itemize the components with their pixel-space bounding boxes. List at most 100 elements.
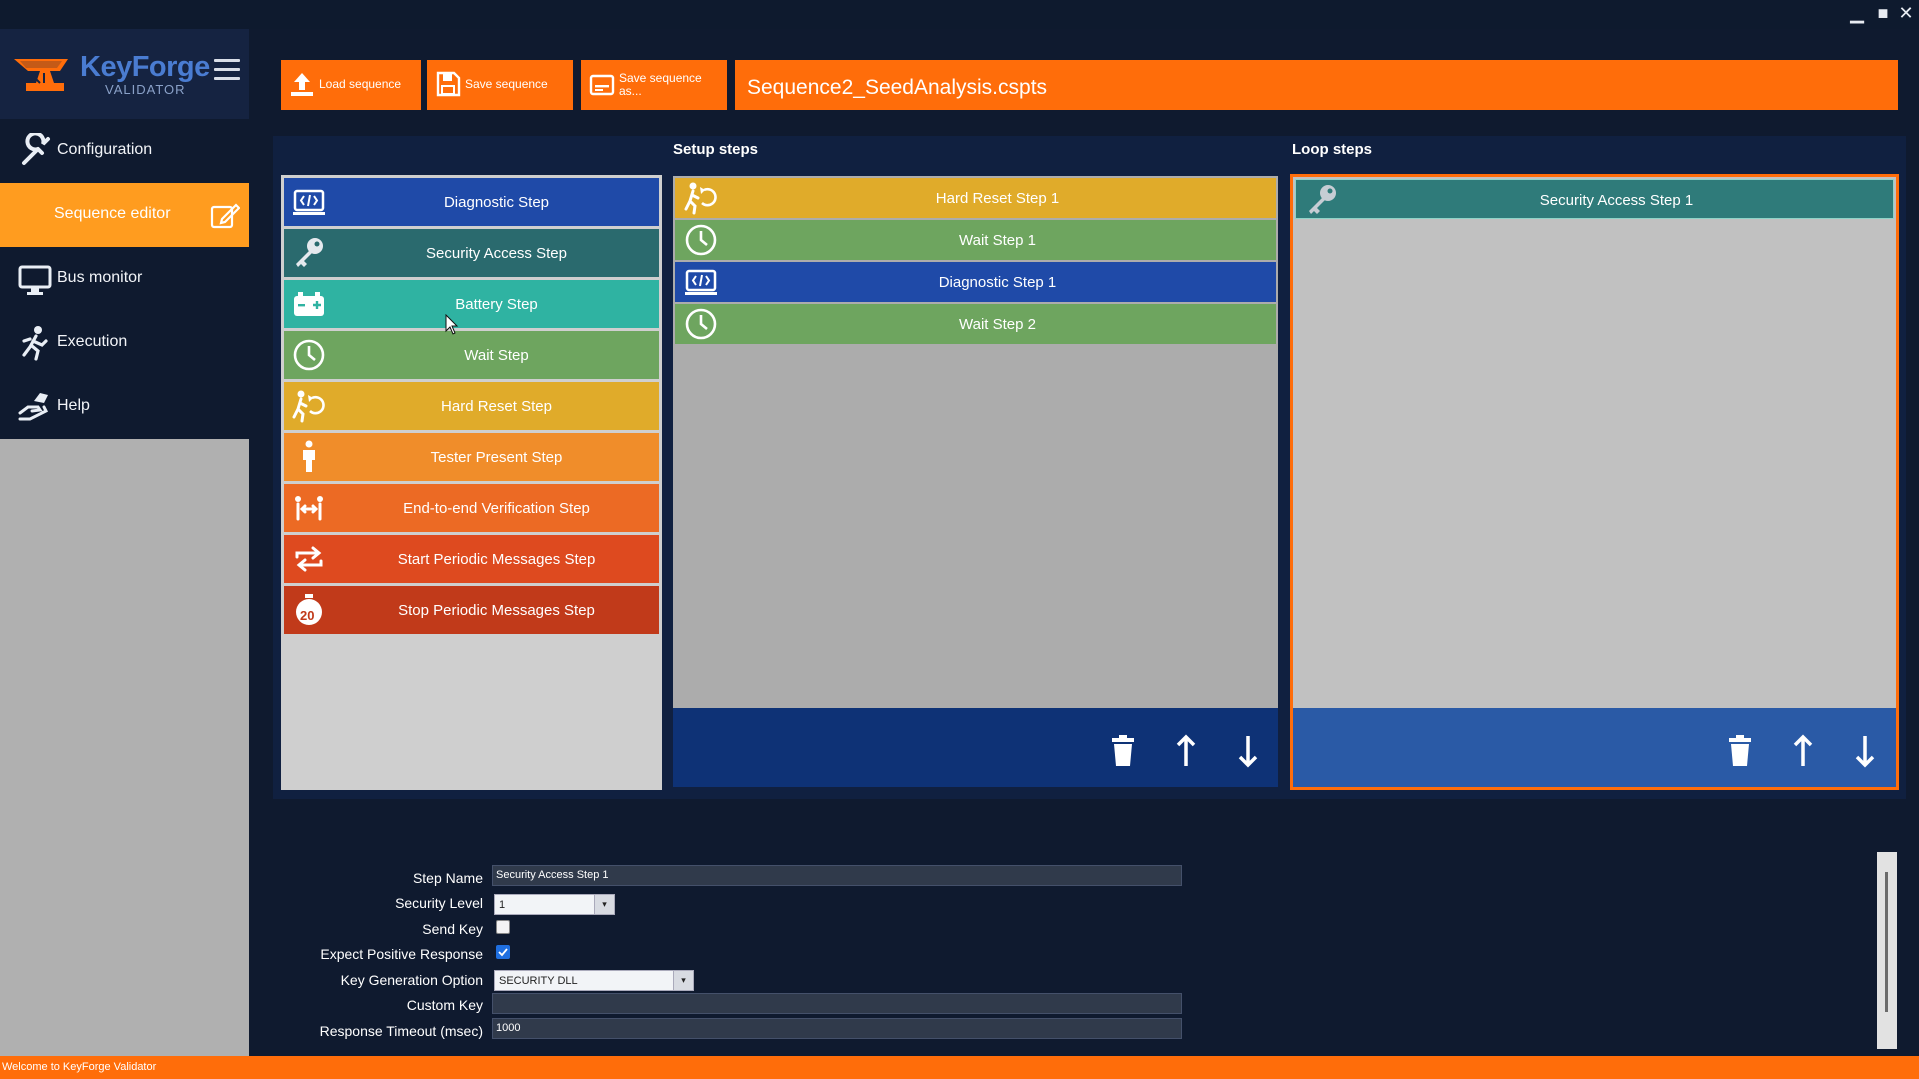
nav-label: Configuration: [57, 141, 153, 158]
maximize-button[interactable]: ■: [1872, 2, 1894, 24]
floppy-disk-icon: [436, 71, 461, 97]
logo-title: KeyForge: [80, 51, 210, 83]
clock-icon: [685, 224, 717, 256]
battery-icon: [294, 292, 324, 316]
setup-step-item[interactable]: Wait Step 1: [675, 220, 1276, 260]
delete-trash-icon[interactable]: [1107, 734, 1139, 768]
move-up-arrow-icon[interactable]: [1787, 734, 1819, 768]
move-up-arrow-icon[interactable]: [1170, 734, 1202, 768]
load-sequence-button[interactable]: Load sequence: [281, 60, 421, 110]
chevron-down-icon[interactable]: ▾: [594, 895, 614, 914]
expect-positive-response-checkbox[interactable]: [496, 945, 510, 959]
setup-step-label: Diagnostic Step 1: [938, 274, 1057, 291]
chevron-down-icon[interactable]: ▾: [673, 971, 693, 990]
palette-tester-present-step[interactable]: Tester Present Step: [284, 433, 659, 481]
loop-action-bar: [1293, 708, 1896, 787]
security-level-select[interactable]: 1 ▾: [494, 894, 615, 915]
custom-key-field[interactable]: [492, 993, 1182, 1014]
palette-label: End-to-end Verification Step: [403, 500, 590, 517]
running-person-icon: [22, 326, 48, 361]
properties-scrollbar[interactable]: [1877, 852, 1897, 1049]
nav-help[interactable]: Help: [0, 375, 249, 439]
loop-step-label: Security Access Step 1: [1539, 192, 1694, 209]
palette-end-to-end-verification-step[interactable]: End-to-end Verification Step: [284, 484, 659, 532]
close-button[interactable]: ✕: [1895, 2, 1917, 24]
sequence-filename: Sequence2_SeedAnalysis.cspts: [735, 60, 1898, 110]
app-logo: KeyForge VALIDATOR: [0, 29, 249, 119]
palette-wait-step[interactable]: Wait Step: [284, 331, 659, 379]
wrench-icon: [22, 133, 50, 165]
nav-label: Help: [57, 397, 90, 414]
delete-trash-icon[interactable]: [1724, 734, 1756, 768]
sidebar: KeyForge VALIDATOR Configuration Sequenc…: [0, 29, 249, 1056]
send-key-label: Send Key: [422, 921, 483, 937]
palette-label: Diagnostic Step: [443, 194, 550, 211]
save-sequence-as-button[interactable]: Save sequence as...: [581, 60, 727, 110]
key-generation-option-label: Key Generation Option: [340, 972, 483, 988]
setup-steps-heading: Setup steps: [673, 141, 759, 158]
status-bar: Welcome to KeyForge Validator: [0, 1056, 1919, 1079]
nav-bus-monitor[interactable]: Bus monitor: [0, 247, 249, 311]
monitor-icon: [18, 265, 52, 295]
save-sequence-button[interactable]: Save sequence: [427, 60, 573, 110]
loop-step-item[interactable]: Security Access Step 1: [1295, 179, 1894, 219]
nav-configuration[interactable]: Configuration: [0, 119, 249, 183]
clock-icon: [685, 308, 717, 340]
key-icon: [1309, 185, 1336, 214]
verification-icon: [295, 496, 323, 521]
setup-step-item[interactable]: Hard Reset Step 1: [675, 178, 1276, 218]
title-bar: ▁ ■ ✕: [0, 0, 1919, 29]
palette-label: Wait Step: [464, 347, 529, 364]
key-icon: [296, 238, 323, 267]
custom-key-label: Custom Key: [406, 997, 483, 1013]
diagnostic-icon: [685, 269, 717, 295]
logo-subtitle: VALIDATOR: [105, 82, 186, 97]
palette-hard-reset-step[interactable]: Hard Reset Step: [284, 382, 659, 430]
reset-person-icon: [684, 182, 717, 215]
setup-step-item[interactable]: Wait Step 2: [675, 304, 1276, 344]
reset-person-icon: [292, 390, 325, 423]
move-down-arrow-icon[interactable]: [1232, 734, 1264, 768]
step-name-label: Step Name: [412, 870, 483, 886]
palette-start-periodic-messages-step[interactable]: Start Periodic Messages Step: [284, 535, 659, 583]
setup-action-bar: [673, 708, 1278, 787]
checkmark-icon: [498, 948, 508, 957]
response-timeout-field[interactable]: 1000: [492, 1018, 1182, 1039]
palette-label: Hard Reset Step: [441, 398, 552, 415]
send-key-checkbox[interactable]: [496, 920, 510, 934]
palette-stop-periodic-messages-step[interactable]: 20 Stop Periodic Messages Step: [284, 586, 659, 634]
nav-label: Execution: [57, 333, 128, 350]
clock-icon: [293, 339, 325, 371]
anvil-logo-icon: [14, 59, 68, 91]
stopwatch-number: 20: [300, 608, 315, 623]
security-level-value: 1: [499, 899, 506, 911]
scrollbar-thumb[interactable]: [1885, 872, 1888, 1012]
setup-step-label: Wait Step 1: [959, 232, 1036, 249]
setup-step-label: Hard Reset Step 1: [935, 190, 1060, 207]
step-name-field[interactable]: Security Access Step 1: [492, 865, 1182, 886]
key-generation-option-select[interactable]: SECURITY DLL ▾: [494, 970, 694, 991]
loop-steps-panel: Security Access Step 1: [1290, 174, 1899, 790]
load-sequence-label: Load sequence: [319, 77, 402, 91]
minimize-button[interactable]: ▁: [1846, 2, 1868, 24]
nav-execution[interactable]: Execution: [0, 311, 249, 375]
nav-label: Bus monitor: [57, 269, 143, 286]
setup-step-item[interactable]: Diagnostic Step 1: [675, 262, 1276, 302]
edit-icon: [210, 203, 240, 229]
save-as-label-line2: as...: [619, 84, 642, 98]
nav-sequence-editor[interactable]: Sequence editor: [0, 183, 249, 247]
palette-label: Stop Periodic Messages Step: [398, 602, 595, 619]
helping-hand-icon: [18, 393, 49, 421]
palette-diagnostic-step[interactable]: Diagnostic Step: [284, 178, 659, 226]
mouse-cursor-icon: [445, 314, 459, 335]
upload-icon: [291, 73, 313, 96]
move-down-arrow-icon[interactable]: [1849, 734, 1881, 768]
setup-steps-panel: Hard Reset Step 1 Wait Step 1 Diagnostic…: [673, 176, 1278, 787]
palette-security-access-step[interactable]: Security Access Step: [284, 229, 659, 277]
step-palette: Diagnostic Step Security Access Step Bat…: [281, 175, 662, 790]
save-as-icon: [589, 74, 615, 96]
repeat-icon: [295, 546, 323, 572]
step-properties-panel: Step Name Security Access Step 1 Securit…: [281, 852, 1880, 1049]
hamburger-menu-icon[interactable]: [214, 59, 240, 83]
palette-battery-step[interactable]: Battery Step: [284, 280, 659, 328]
